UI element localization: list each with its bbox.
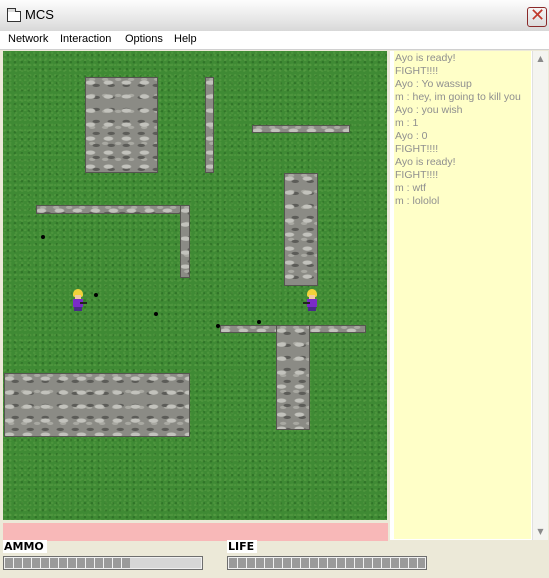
ammo-label: AMMO — [3, 540, 47, 553]
chat-line: m : wtf — [395, 182, 426, 194]
menu-network[interactable]: Network — [8, 33, 48, 45]
stone-wall — [4, 373, 190, 437]
window-icon — [7, 8, 21, 22]
stone-wall — [85, 77, 158, 173]
status-bar — [3, 523, 388, 541]
stone-wall — [205, 77, 214, 173]
bullet — [154, 312, 158, 316]
game-map[interactable] — [3, 51, 387, 520]
life-label: LIFE — [227, 540, 258, 553]
stone-wall — [276, 325, 310, 430]
scroll-down-icon[interactable]: ▼ — [533, 524, 548, 539]
window-title: MCS — [25, 7, 54, 22]
bullet — [94, 293, 98, 297]
menu-interaction[interactable]: Interaction — [60, 33, 111, 45]
title-bar[interactable]: MCS ✕ — [0, 0, 549, 32]
menu-help[interactable]: Help — [174, 33, 197, 45]
scroll-up-icon[interactable]: ▲ — [533, 51, 548, 66]
life-bar — [227, 556, 427, 570]
stone-wall — [180, 205, 190, 278]
chat-line: FIGHT!!!! — [395, 169, 439, 181]
ammo-bar-empty — [130, 558, 201, 568]
player-left — [70, 289, 87, 311]
chat-line: m : lololol — [395, 195, 440, 207]
menu-bar: Network Interaction Options Help — [0, 31, 549, 50]
stone-wall — [36, 205, 190, 214]
chat-line: Ayo : Yo wassup — [395, 78, 472, 90]
bullet — [41, 235, 45, 239]
stone-wall — [252, 125, 350, 133]
chat-line: FIGHT!!!! — [395, 143, 439, 155]
bullet — [257, 320, 261, 324]
stone-wall — [284, 173, 318, 286]
chat-line: Ayo : 0 — [395, 130, 428, 142]
close-icon: ✕ — [530, 5, 546, 26]
chat-panel: Ayo is ready! FIGHT!!!! Ayo : Yo wassup … — [390, 51, 548, 540]
chat-line: Ayo is ready! — [395, 156, 456, 168]
chat-log[interactable]: Ayo is ready! FIGHT!!!! Ayo : Yo wassup … — [394, 51, 531, 539]
close-button[interactable]: ✕ — [527, 5, 547, 27]
bullet — [216, 324, 220, 328]
ammo-bar — [3, 556, 203, 570]
chat-line: m : 1 — [395, 117, 419, 129]
chat-line: m : hey, im going to kill you — [395, 91, 521, 103]
chat-line: FIGHT!!!! — [395, 65, 439, 77]
player-right — [303, 289, 320, 311]
chat-line: Ayo is ready! — [395, 52, 456, 64]
menu-options[interactable]: Options — [125, 33, 163, 45]
chat-scrollbar[interactable]: ▲ ▼ — [532, 51, 548, 540]
chat-line: Ayo : you wish — [395, 104, 463, 116]
